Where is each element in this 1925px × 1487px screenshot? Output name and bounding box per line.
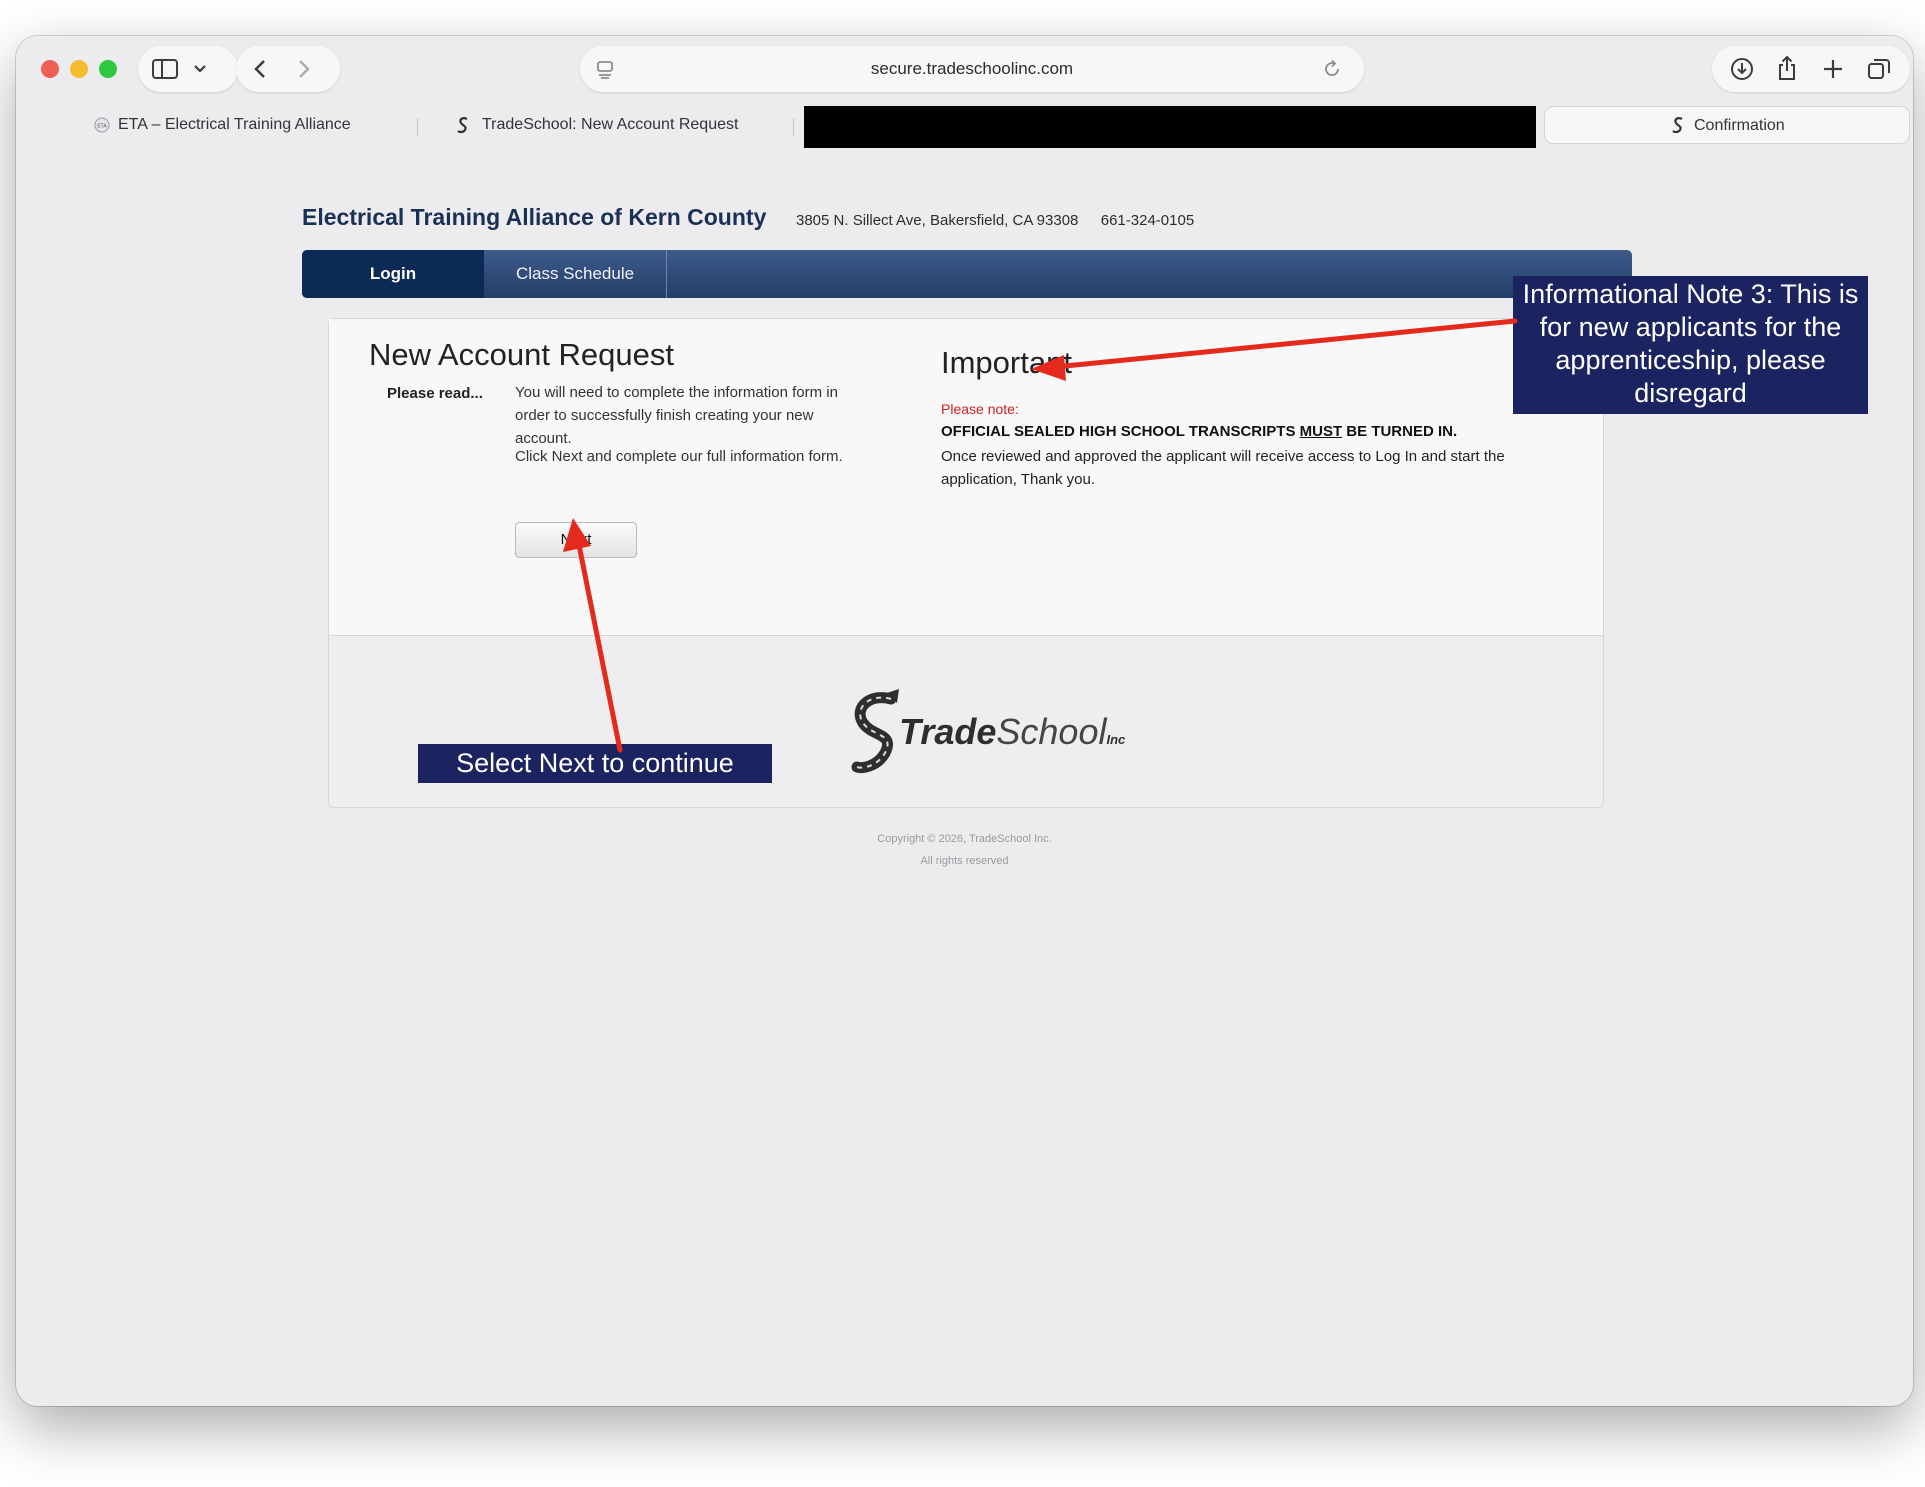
rights-text: All rights reserved [920,855,1009,867]
next-button[interactable]: Next [515,522,637,558]
copyright-text: Copyright © 2026, TradeSchool Inc. [877,833,1052,845]
toolbar-right-buttons [1712,46,1910,92]
logo-trade: Trade [899,711,997,752]
url-text: secure.tradeschoolinc.com [870,59,1074,78]
tab-confirmation[interactable]: Confirmation [1544,106,1910,144]
important-section: Important Please note: OFFICIAL SEALED H… [903,319,1603,635]
logo-text: TradeSchoolInc [899,711,1125,753]
new-tab-icon[interactable] [1822,58,1844,80]
tradeschool-favicon-icon [457,117,468,134]
important-heading: Important [941,345,1072,380]
tab-label: TradeSchool: New Account Request [482,116,739,133]
browser-window: secure.tradeschoolinc.com ETA ETA – Elec… [16,36,1913,1406]
next-callout: Select Next to continue [418,744,772,783]
tab-label: Confirmation [1694,117,1785,134]
browser-toolbar: secure.tradeschoolinc.com [16,36,1913,104]
approval-text: Once reviewed and approved the applicant… [941,448,1505,488]
logo-inc: Inc [1106,732,1126,747]
back-icon[interactable] [252,58,268,80]
zoom-window-button[interactable] [99,60,117,78]
notice-emphasis: MUST [1299,423,1343,440]
site-title: Electrical Training Alliance of Kern Cou… [302,204,767,230]
please-read-label: Please read... [387,385,483,402]
close-window-button[interactable] [41,60,59,78]
tab-overview-icon[interactable] [1866,57,1892,81]
share-icon[interactable] [1776,55,1798,81]
chevron-down-icon[interactable] [193,64,207,74]
nav-class-schedule[interactable]: Class Schedule [484,250,667,298]
reload-icon[interactable] [1322,59,1342,79]
phone-text: 661-324-0105 [1100,212,1195,229]
new-account-heading: New Account Request [369,337,675,372]
footer: Copyright © 2026, TradeSchool Inc. All r… [16,828,1913,872]
new-account-section: New Account Request Please read... You w… [329,319,904,635]
tradeschool-favicon-icon [1672,117,1683,134]
nav-login[interactable]: Login [302,250,484,298]
site-address: 3805 N. Sillect Ave, Bakersfield, CA 933… [796,212,1194,229]
site-nav: Login Class Schedule [302,250,1632,298]
minimize-window-button[interactable] [70,60,88,78]
eta-favicon-icon: ETA [94,117,110,133]
next-instructions-text: Click Next and complete our full informa… [515,448,843,465]
svg-text:ETA: ETA [97,124,107,130]
transcripts-notice: OFFICIAL SEALED HIGH SCHOOL TRANSCRIPTS … [941,423,1457,440]
address-text: 3805 N. Sillect Ave, Bakersfield, CA 933… [796,212,1079,229]
address-bar[interactable]: secure.tradeschoolinc.com [580,46,1364,92]
notice-text-end: BE TURNED IN. [1342,423,1458,440]
tradeschool-logo: TradeSchoolInc [847,689,1147,779]
tab-divider [793,118,794,136]
forward-icon[interactable] [296,58,312,80]
sidebar-icon [152,59,178,79]
main-panel: New Account Request Please read... You w… [328,318,1604,808]
download-icon[interactable] [1730,57,1754,81]
sidebar-toggle-button[interactable] [138,46,238,92]
tab-label: ETA – Electrical Training Alliance [118,116,351,133]
instructions-text: You will need to complete the informatio… [515,384,838,447]
tab-bar: ETA ETA – Electrical Training Alliance T… [28,104,1913,148]
redacted-tab[interactable] [804,106,1536,148]
navigation-buttons [236,46,340,92]
info-callout: Informational Note 3: This is for new ap… [1513,276,1868,414]
logo-school: School [996,711,1107,752]
notice-text: OFFICIAL SEALED HIGH SCHOOL TRANSCRIPTS [941,423,1300,440]
panel-divider [329,635,1603,636]
please-note-label: Please note: [941,401,1019,417]
tab-divider [417,118,418,136]
tradeschool-logo-icon [851,689,899,774]
